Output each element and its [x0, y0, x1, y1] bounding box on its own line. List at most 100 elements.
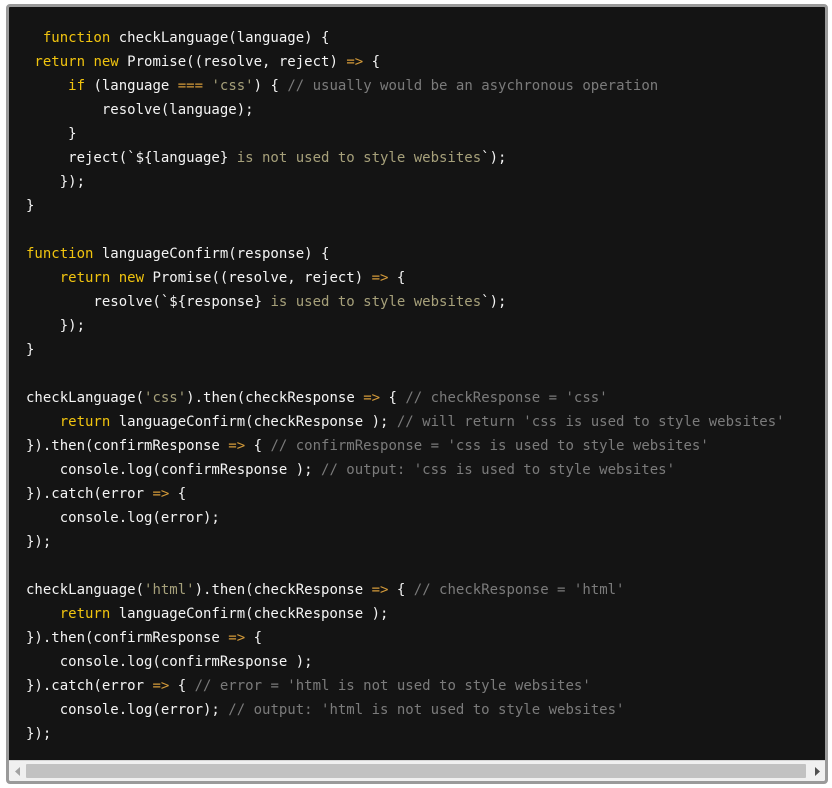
code-token: function — [26, 246, 102, 262]
code-token: => — [371, 270, 389, 286]
code-line: function checkLanguage(language) { — [26, 26, 785, 50]
code-token: Promise((resolve, reject) — [152, 270, 372, 286]
code-line: }).catch(error => { // error = 'html is … — [26, 674, 785, 698]
code-token: => — [228, 630, 246, 646]
code-token: console.log(confirmResponse ); — [26, 462, 322, 478]
code-token: } — [26, 198, 35, 214]
code-line: }); — [26, 314, 785, 338]
code-token: }).then(confirmResponse — [26, 438, 229, 454]
code-token: return — [26, 270, 119, 286]
code-token: console.log(error); — [26, 702, 229, 718]
code-token: ).then(checkResponse — [186, 390, 364, 406]
code-token: languageConfirm(response) { — [101, 246, 330, 262]
code-token: }).catch(error — [26, 678, 153, 694]
code-token: }); — [26, 534, 52, 550]
code-token: function — [26, 30, 119, 46]
code-line: checkLanguage('css').then(checkResponse … — [26, 386, 785, 410]
code-token: 'css' — [144, 390, 187, 406]
code-line: resolve(language); — [26, 98, 785, 122]
code-token: { — [169, 486, 187, 502]
scrollbar-thumb[interactable] — [26, 764, 806, 778]
code-token: checkLanguage( — [26, 390, 145, 406]
code-token: // checkResponse = 'html' — [413, 582, 625, 598]
code-token: // will return 'css is used to style web… — [396, 414, 785, 430]
code-token: => — [228, 438, 246, 454]
code-token: `); — [481, 294, 507, 310]
code-token: return — [26, 606, 119, 622]
code-token: Promise((resolve, reject) — [127, 54, 347, 70]
code-line: checkLanguage('html').then(checkResponse… — [26, 578, 785, 602]
code-token: console.log(error); — [26, 510, 220, 526]
code-token: }); — [26, 318, 86, 334]
code-token: new — [118, 270, 153, 286]
code-token: // checkResponse = 'css' — [405, 390, 608, 406]
code-token: `); — [481, 150, 507, 166]
code-token: console.log(confirmResponse ); — [26, 654, 313, 670]
code-token: }).catch(error — [26, 486, 153, 502]
code-token: checkLanguage( — [26, 582, 145, 598]
code-line: }).then(confirmResponse => { — [26, 626, 785, 650]
code-line: }).catch(error => { — [26, 482, 785, 506]
code-token: languageConfirm(checkResponse ); — [118, 606, 389, 622]
code-block: function checkLanguage(language) { retur… — [6, 4, 828, 784]
code-line: }); — [26, 722, 785, 746]
code-line: reject(`${language} is not used to style… — [26, 146, 785, 170]
code-token: => — [371, 582, 389, 598]
code-line: return languageConfirm(checkResponse ); — [26, 602, 785, 626]
code-token: resolve(language); — [26, 102, 254, 118]
code-token: ).then(checkResponse — [194, 582, 372, 598]
code-line: } — [26, 338, 785, 362]
code-token: => — [346, 54, 364, 70]
scroll-left-button[interactable] — [9, 761, 26, 781]
code-line: return languageConfirm(checkResponse ); … — [26, 410, 785, 434]
code-token: return — [26, 414, 119, 430]
code-token: // output: 'html is not used to style we… — [228, 702, 625, 718]
code-token: reject(`${language} — [26, 150, 237, 166]
code-token: }).then(confirmResponse — [26, 630, 229, 646]
code-line: } — [26, 194, 785, 218]
code-token: } — [26, 342, 35, 358]
code-token: // error = 'html is not used to style we… — [194, 678, 591, 694]
code-line: console.log(confirmResponse ); — [26, 650, 785, 674]
code-line: console.log(confirmResponse ); // output… — [26, 458, 785, 482]
code-token: { — [245, 630, 263, 646]
code-token: is used to style websites — [270, 294, 482, 310]
code-token: => — [363, 390, 381, 406]
code-token: => — [152, 678, 170, 694]
code-token: === — [177, 78, 204, 94]
code-token: } — [26, 126, 77, 142]
code-content: function checkLanguage(language) { retur… — [26, 26, 785, 746]
code-token: => — [152, 486, 170, 502]
code-token: (language — [93, 78, 178, 94]
code-line: }); — [26, 530, 785, 554]
code-token: resolve(`${response} — [26, 294, 271, 310]
code-token: 'html' — [144, 582, 195, 598]
code-token: { — [169, 678, 195, 694]
scroll-right-button[interactable] — [808, 761, 825, 781]
horizontal-scrollbar[interactable] — [9, 760, 825, 781]
code-token: new — [93, 54, 128, 70]
code-token: }); — [26, 174, 86, 190]
code-token: // usually would be an asychronous opera… — [287, 78, 659, 94]
code-token: { — [388, 270, 406, 286]
code-token: if — [26, 78, 94, 94]
code-token: { — [380, 390, 406, 406]
code-line: resolve(`${response} is used to style we… — [26, 290, 785, 314]
code-line: return new Promise((resolve, reject) => … — [26, 50, 785, 74]
code-line: console.log(error); — [26, 506, 785, 530]
code-line: }); — [26, 170, 785, 194]
code-line: return new Promise((resolve, reject) => … — [26, 266, 785, 290]
code-line: if (language === 'css') { // usually wou… — [26, 74, 785, 98]
code-line: function languageConfirm(response) { — [26, 242, 785, 266]
code-line: } — [26, 122, 785, 146]
code-token: return — [26, 54, 94, 70]
code-token: { — [388, 582, 414, 598]
code-line: }).then(confirmResponse => { // confirmR… — [26, 434, 785, 458]
code-token: checkLanguage(language) { — [118, 30, 330, 46]
code-token: { — [363, 54, 381, 70]
code-token: { — [245, 438, 271, 454]
code-token: is not used to style websites — [236, 150, 482, 166]
